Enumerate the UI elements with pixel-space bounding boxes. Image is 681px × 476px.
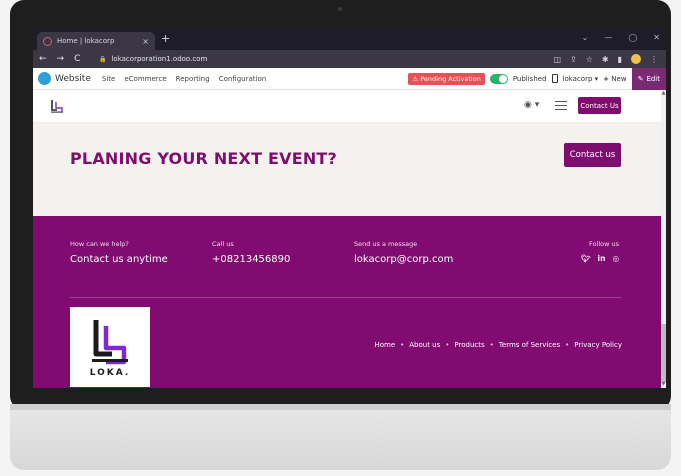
menu-ecommerce[interactable]: eCommerce (124, 75, 166, 83)
footer-link-terms[interactable]: Terms of Services (499, 341, 560, 349)
window-controls: ⌄ — ◯ ✕ (582, 33, 660, 42)
forward-icon[interactable]: → (57, 54, 65, 64)
camera-dot (338, 7, 342, 11)
phone-link[interactable]: +08213456890 (212, 254, 290, 265)
browser-tab-bar: Home | lokacorp × + ⌄ — ◯ ✕ (33, 29, 666, 50)
google-lens-icon[interactable]: ◫ (553, 55, 561, 64)
footer-logo-text: LOKA. (89, 368, 131, 378)
email-link[interactable]: lokacorp@corp.com (354, 254, 453, 265)
footer-follow: Follow us 🐦︎ in ◎ (581, 240, 619, 263)
menu-configuration[interactable]: Configuration (219, 75, 266, 83)
profile-avatar[interactable] (631, 54, 641, 64)
company-name: lokacorp (562, 74, 593, 83)
hamburger-menu-icon[interactable] (555, 101, 567, 110)
footer-link-about[interactable]: About us (409, 341, 440, 349)
minimize-icon[interactable]: — (604, 33, 612, 42)
help-value[interactable]: Contact us anytime (70, 254, 168, 265)
instagram-icon[interactable]: ◎ (612, 254, 619, 263)
bookmark-star-icon[interactable]: ☆ (586, 55, 593, 64)
plus-icon: + (603, 74, 610, 83)
social-icons: 🐦︎ in ◎ (581, 254, 619, 263)
tab-title: Home | lokacorp (57, 37, 115, 45)
tab-search-icon[interactable]: ⌄ (582, 33, 589, 42)
follow-label: Follow us (589, 240, 619, 248)
odoo-toolbar: Website Site eCommerce Reporting Configu… (33, 67, 666, 90)
loka-logo-icon[interactable] (51, 99, 63, 113)
browser-extensions: ◫ ⇪ ☆ ✱ ▮ ⋮ (553, 54, 666, 64)
user-account-icon[interactable]: ◉ ▾ (524, 100, 539, 110)
linkedin-icon[interactable]: in (598, 254, 606, 263)
footer: How can we help? Contact us anytime Call… (33, 216, 661, 388)
header-contact-button[interactable]: Contact Us (578, 97, 621, 114)
company-switcher[interactable]: lokacorp ▾ (563, 75, 599, 83)
new-label: New (611, 74, 627, 83)
browser-tab[interactable]: Home | lokacorp × (37, 32, 155, 50)
close-tab-icon[interactable]: × (142, 37, 149, 46)
link-separator: • (489, 341, 494, 349)
pending-activation-badge[interactable]: ⚠ Pending Activation (408, 72, 485, 85)
screen: Home | lokacorp × + ⌄ — ◯ ✕ ← → C 🔒 loka… (33, 29, 666, 388)
website-app-icon (38, 72, 51, 85)
menu-site[interactable]: Site (102, 75, 115, 83)
odoo-menu: Site eCommerce Reporting Configuration (102, 75, 266, 83)
pending-label: Pending Activation (420, 74, 481, 83)
share-icon[interactable]: ⇪ (570, 55, 577, 64)
cta-contact-button[interactable]: Contact us (564, 143, 621, 167)
link-separator: • (565, 341, 570, 349)
lock-icon: 🔒 (99, 55, 107, 63)
message-label: Send us a message (354, 240, 418, 248)
sidebar-panel-icon[interactable]: ▮ (618, 55, 622, 64)
url-field[interactable]: 🔒 lokacorporation1.odoo.com (99, 55, 553, 63)
app-name: Website (55, 73, 91, 84)
footer-logo[interactable]: LOKA. (70, 307, 150, 387)
scroll-up-icon[interactable]: ▲ (661, 90, 666, 96)
call-label: Call us (212, 240, 234, 248)
edit-button[interactable]: ✎ Edit (631, 67, 666, 90)
close-window-icon[interactable]: ✕ (653, 33, 660, 42)
footer-link-privacy[interactable]: Privacy Policy (574, 341, 622, 349)
footer-link-home[interactable]: Home (374, 341, 395, 349)
odoo-right-tools: ⚠ Pending Activation Published lokacorp … (408, 67, 666, 90)
footer-help: How can we help? Contact us anytime (70, 240, 168, 265)
scrollbar-thumb[interactable] (661, 324, 666, 382)
mobile-preview-icon[interactable] (551, 74, 558, 83)
monitor-chin (10, 410, 671, 470)
website-header: ◉ ▾ Contact Us (33, 90, 661, 123)
nav-buttons: ← → C (33, 54, 95, 64)
footer-call: Call us +08213456890 (212, 240, 290, 265)
url-text: lokacorporation1.odoo.com (111, 55, 208, 63)
menu-reporting[interactable]: Reporting (176, 75, 210, 83)
pencil-icon: ✎ (637, 74, 644, 83)
maximize-icon[interactable]: ◯ (628, 33, 637, 42)
cta-section: PLANING YOUR NEXT EVENT? Contact us (33, 123, 661, 216)
published-toggle[interactable] (489, 73, 508, 84)
footer-link-products[interactable]: Products (454, 341, 484, 349)
twitter-icon[interactable]: 🐦︎ (581, 254, 591, 263)
published-label: Published (512, 74, 547, 83)
back-icon[interactable]: ← (39, 54, 47, 64)
new-button[interactable]: + New (603, 75, 626, 83)
reload-icon[interactable]: C (74, 54, 80, 64)
odoo-app-brand[interactable]: Website (33, 72, 91, 85)
scroll-down-icon[interactable]: ▼ (661, 381, 666, 387)
edit-label: Edit (646, 74, 660, 83)
cta-title: PLANING YOUR NEXT EVENT? (70, 149, 338, 168)
footer-links: Home • About us • Products • Terms of Se… (374, 341, 622, 349)
help-label: How can we help? (70, 240, 129, 248)
link-separator: • (400, 341, 405, 349)
new-tab-button[interactable]: + (161, 32, 170, 45)
footer-message: Send us a message lokacorp@corp.com (354, 240, 453, 265)
footer-divider (70, 297, 621, 298)
address-bar: ← → C 🔒 lokacorporation1.odoo.com ◫ ⇪ ☆ … (33, 50, 666, 68)
odoo-favicon-icon (43, 36, 52, 46)
link-separator: • (445, 341, 450, 349)
browser-menu-icon[interactable]: ⋮ (650, 55, 658, 64)
extensions-puzzle-icon[interactable]: ✱ (602, 55, 609, 64)
